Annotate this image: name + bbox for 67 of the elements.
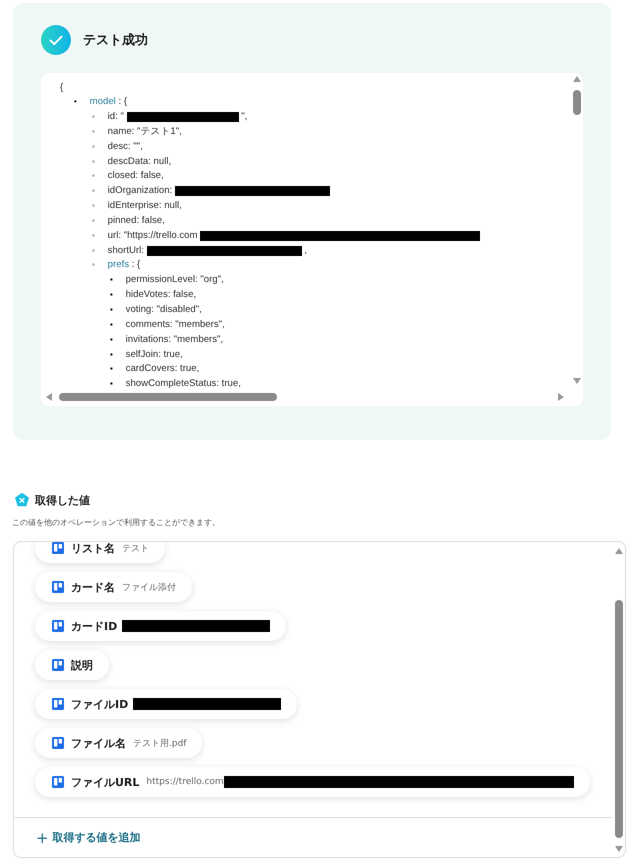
bullet-marker: ◦ — [92, 140, 96, 153]
json-text: cardCovers: true, — [126, 363, 200, 374]
json-text: : { — [118, 96, 128, 108]
json-text: closed: false, — [108, 170, 164, 182]
bullet-marker: ◦ — [92, 185, 96, 198]
bullet-marker: ◦ — [92, 170, 96, 182]
value-chip[interactable]: ファイルURL https://trello.com — [35, 767, 590, 797]
value-label: 説明 — [71, 658, 93, 672]
value-label: ファイル名 — [71, 736, 126, 750]
bullet-marker: ▪ — [110, 348, 114, 361]
bullet-marker: ◦ — [92, 200, 96, 212]
bullet-marker: ◦ — [92, 259, 96, 272]
json-key[interactable]: model — [90, 96, 116, 108]
bullet-marker: ◦ — [92, 230, 96, 242]
json-text: { — [60, 81, 64, 95]
result-title: テスト成功 — [83, 32, 148, 49]
json-text: invitations: "members", — [126, 334, 224, 345]
json-text: selfJoin: true, — [126, 348, 183, 360]
section-description: この値を他のオペレーションで利用することができます。 — [12, 517, 221, 528]
bullet-marker: ◦ — [92, 156, 96, 168]
json-text: idOrganization: — [108, 185, 174, 196]
value-label: ファイルID — [71, 696, 128, 712]
value-text: https://trello.com — [146, 777, 224, 787]
bullet-marker: ▪ — [110, 318, 114, 331]
value-chip[interactable]: カードID — [35, 611, 286, 641]
value-label: カードID — [71, 618, 118, 634]
value-chip[interactable]: リスト名 テスト — [35, 542, 165, 563]
bullet-marker: ▪ — [110, 363, 114, 376]
json-text: comments: "members", — [126, 318, 225, 330]
add-value-button[interactable]: + 取得する値を追加 — [36, 828, 141, 846]
json-text: voting: "disabled", — [126, 304, 202, 316]
bullet-marker: ▪ — [110, 289, 114, 302]
bullet-marker: ▪ — [110, 334, 114, 346]
value-label: ファイルURL — [71, 774, 140, 790]
bullet-marker: ▪ — [110, 274, 114, 286]
section-title: 取得した値 — [35, 492, 90, 508]
json-text: idEnterprise: null, — [108, 200, 182, 212]
json-text: : { — [132, 259, 140, 270]
json-text: shortUrl: — [108, 244, 145, 256]
json-text: desc: "", — [108, 140, 143, 152]
json-text: hideVotes: false, — [126, 289, 196, 300]
bullet-marker: ◦ — [92, 244, 96, 257]
json-text: ", — [241, 111, 248, 122]
json-text: pinned: false, — [108, 214, 165, 226]
json-text: descData: null, — [108, 156, 172, 167]
json-text: name: "テスト1", — [108, 126, 182, 137]
json-key[interactable]: prefs — [108, 259, 130, 270]
bullet-marker: ◦ — [92, 111, 96, 124]
bullet-marker: ▪ — [110, 304, 114, 316]
value-text: テスト用.pdf — [133, 738, 186, 750]
json-text: showCompleteStatus: true, — [126, 378, 241, 390]
json-text: url: "https://trello.com — [108, 230, 198, 241]
json-text: , — [304, 244, 307, 256]
bullet-marker: ◦ — [92, 214, 96, 227]
bullet-marker: • — [74, 96, 78, 108]
bullet-marker: ▪ — [110, 378, 114, 390]
value-label: リスト名 — [71, 542, 115, 556]
value-chip[interactable]: ファイル名 テスト用.pdf — [35, 728, 202, 758]
value-chip[interactable]: 説明 — [35, 650, 109, 680]
value-chip[interactable]: ファイルID — [35, 689, 298, 719]
value-text: テスト — [122, 542, 149, 554]
bullet-marker: ◦ — [92, 126, 96, 138]
value-chip[interactable]: カード名 ファイル添付 — [35, 572, 192, 602]
json-text: permissionLevel: "org", — [126, 274, 224, 286]
value-label: カード名 — [71, 580, 115, 594]
value-text: ファイル添付 — [122, 582, 176, 594]
json-text: id: " — [108, 111, 124, 122]
